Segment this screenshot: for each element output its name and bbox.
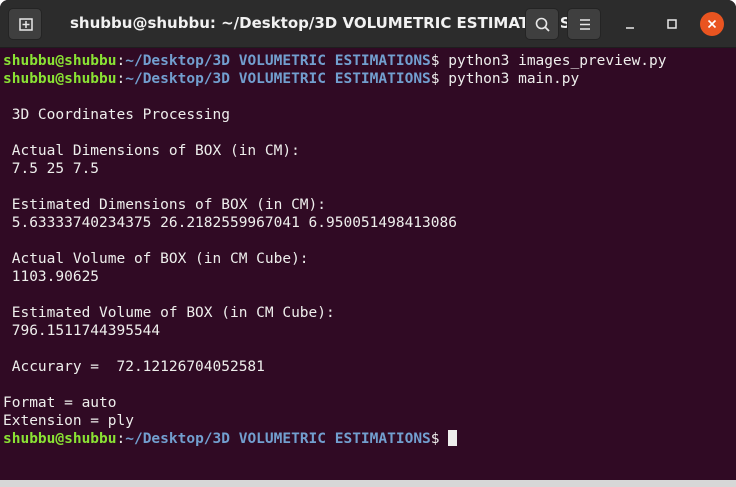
menu-button[interactable]: [567, 8, 601, 40]
prompt-path: ~/Desktop/3D VOLUMETRIC ESTIMATIONS: [125, 431, 431, 447]
prompt-user: shubbu@shubbu: [3, 71, 117, 87]
output-line: Estimated Dimensions of BOX (in CM):: [3, 197, 327, 213]
close-button[interactable]: [700, 12, 724, 36]
title-bar[interactable]: shubbu@shubbu: ~/Desktop/3D VOLUMETRIC E…: [0, 0, 736, 48]
maximize-icon: [667, 19, 677, 29]
text-cursor: [448, 430, 458, 446]
new-tab-icon: [19, 18, 33, 31]
prompt-user: shubbu@shubbu: [3, 431, 117, 447]
window-bottom-edge: [0, 480, 736, 487]
command-text: python3 images_preview.py: [448, 53, 667, 69]
prompt-user: shubbu@shubbu: [3, 53, 117, 69]
hamburger-menu-icon: [580, 19, 590, 30]
search-button[interactable]: [525, 8, 559, 40]
close-icon: [707, 19, 717, 29]
prompt-symbol: $: [430, 53, 449, 69]
window-title: shubbu@shubbu: ~/Desktop/3D VOLUMETRIC E…: [70, 14, 571, 32]
output-line: Accurary = 72.12126704052581: [3, 359, 265, 375]
new-tab-button[interactable]: [8, 8, 42, 40]
prompt-line: shubbu@shubbu:~/Desktop/3D VOLUMETRIC ES…: [3, 430, 458, 448]
scrollbar[interactable]: [729, 48, 736, 480]
output-heading: 3D Coordinates Processing: [3, 107, 230, 123]
terminal-content[interactable]: shubbu@shubbu:~/Desktop/3D VOLUMETRIC ES…: [0, 48, 728, 480]
terminal-window: shubbu@shubbu: ~/Desktop/3D VOLUMETRIC E…: [0, 0, 736, 487]
maximize-button[interactable]: [660, 12, 684, 36]
prompt-separator: :: [116, 53, 126, 69]
minimize-icon: [626, 27, 634, 29]
output-line: 1103.90625: [3, 269, 100, 285]
prompt-path: ~/Desktop/3D VOLUMETRIC ESTIMATIONS: [125, 53, 431, 69]
output-line: 796.1511744395544: [3, 323, 161, 339]
output-line: Actual Volume of BOX (in CM Cube):: [3, 251, 309, 267]
prompt-separator: :: [116, 431, 126, 447]
prompt-line: shubbu@shubbu:~/Desktop/3D VOLUMETRIC ES…: [3, 52, 667, 70]
output-line: Format = auto: [3, 395, 117, 411]
prompt-symbol: $: [430, 431, 449, 447]
prompt-symbol: $: [430, 71, 449, 87]
output-line: Estimated Volume of BOX (in CM Cube):: [3, 305, 335, 321]
output-line: Actual Dimensions of BOX (in CM):: [3, 143, 300, 159]
command-text: python3 main.py: [448, 71, 580, 87]
search-icon: [535, 17, 550, 32]
prompt-path: ~/Desktop/3D VOLUMETRIC ESTIMATIONS: [125, 71, 431, 87]
output-line: 5.63333740234375 26.2182559967041 6.9500…: [3, 215, 457, 231]
output-line: 7.5 25 7.5: [3, 161, 100, 177]
minimize-button[interactable]: [618, 12, 642, 36]
output-line: Extension = ply: [3, 413, 134, 429]
prompt-separator: :: [116, 71, 126, 87]
prompt-line: shubbu@shubbu:~/Desktop/3D VOLUMETRIC ES…: [3, 70, 579, 88]
